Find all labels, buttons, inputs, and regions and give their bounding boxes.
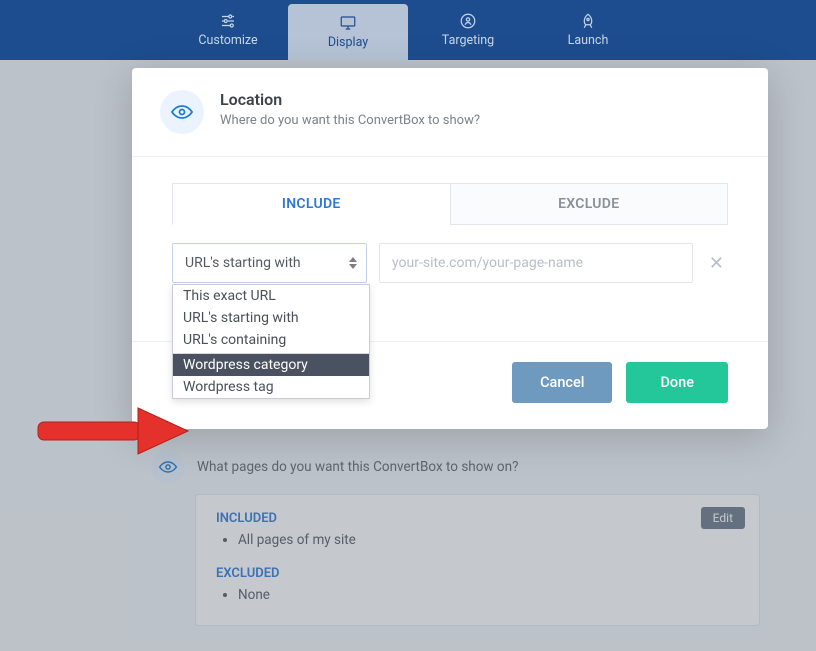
done-button[interactable]: Done: [626, 362, 728, 403]
eye-icon: [160, 90, 204, 134]
modal-title: Location: [220, 90, 480, 109]
monitor-icon: [339, 14, 357, 32]
cancel-button[interactable]: Cancel: [512, 362, 612, 403]
remove-rule-icon[interactable]: ✕: [705, 253, 728, 274]
annotation-arrow-icon: [30, 396, 190, 470]
rocket-icon: [579, 12, 597, 30]
dropdown-option[interactable]: URL's containing: [173, 329, 369, 351]
tab-include[interactable]: INCLUDE: [172, 183, 450, 225]
nav-launch[interactable]: Launch: [528, 0, 648, 60]
nav-display[interactable]: Display: [288, 4, 408, 60]
nav-customize[interactable]: Customize: [168, 0, 288, 60]
select-value: URL's starting with: [185, 255, 301, 271]
nav-label: Customize: [198, 33, 257, 48]
sliders-icon: [219, 12, 237, 30]
match-type-select[interactable]: URL's starting with This exact URL URL's…: [172, 243, 367, 283]
nav-label: Display: [328, 35, 368, 50]
nav-label: Launch: [568, 33, 609, 48]
target-user-icon: [459, 12, 477, 30]
include-exclude-tabs: INCLUDE EXCLUDE: [172, 183, 728, 225]
modal-subtitle: Where do you want this ConvertBox to sho…: [220, 113, 480, 128]
select-arrows-icon: [349, 257, 357, 269]
rule-row: URL's starting with This exact URL URL's…: [172, 243, 728, 283]
match-type-dropdown: This exact URL URL's starting with URL's…: [172, 284, 370, 399]
divider: [132, 156, 768, 157]
dropdown-option[interactable]: URL's starting with: [173, 307, 369, 329]
nav-label: Targeting: [442, 33, 494, 48]
location-modal: Location Where do you want this ConvertB…: [132, 68, 768, 429]
url-input[interactable]: [379, 243, 693, 283]
dropdown-option[interactable]: Wordpress category: [173, 354, 369, 376]
dropdown-option[interactable]: Wordpress tag: [173, 376, 369, 398]
dropdown-option[interactable]: This exact URL: [173, 285, 369, 307]
top-nav: Customize Display Targeting Launch: [0, 0, 816, 60]
tab-exclude[interactable]: EXCLUDE: [450, 183, 729, 225]
nav-targeting[interactable]: Targeting: [408, 0, 528, 60]
